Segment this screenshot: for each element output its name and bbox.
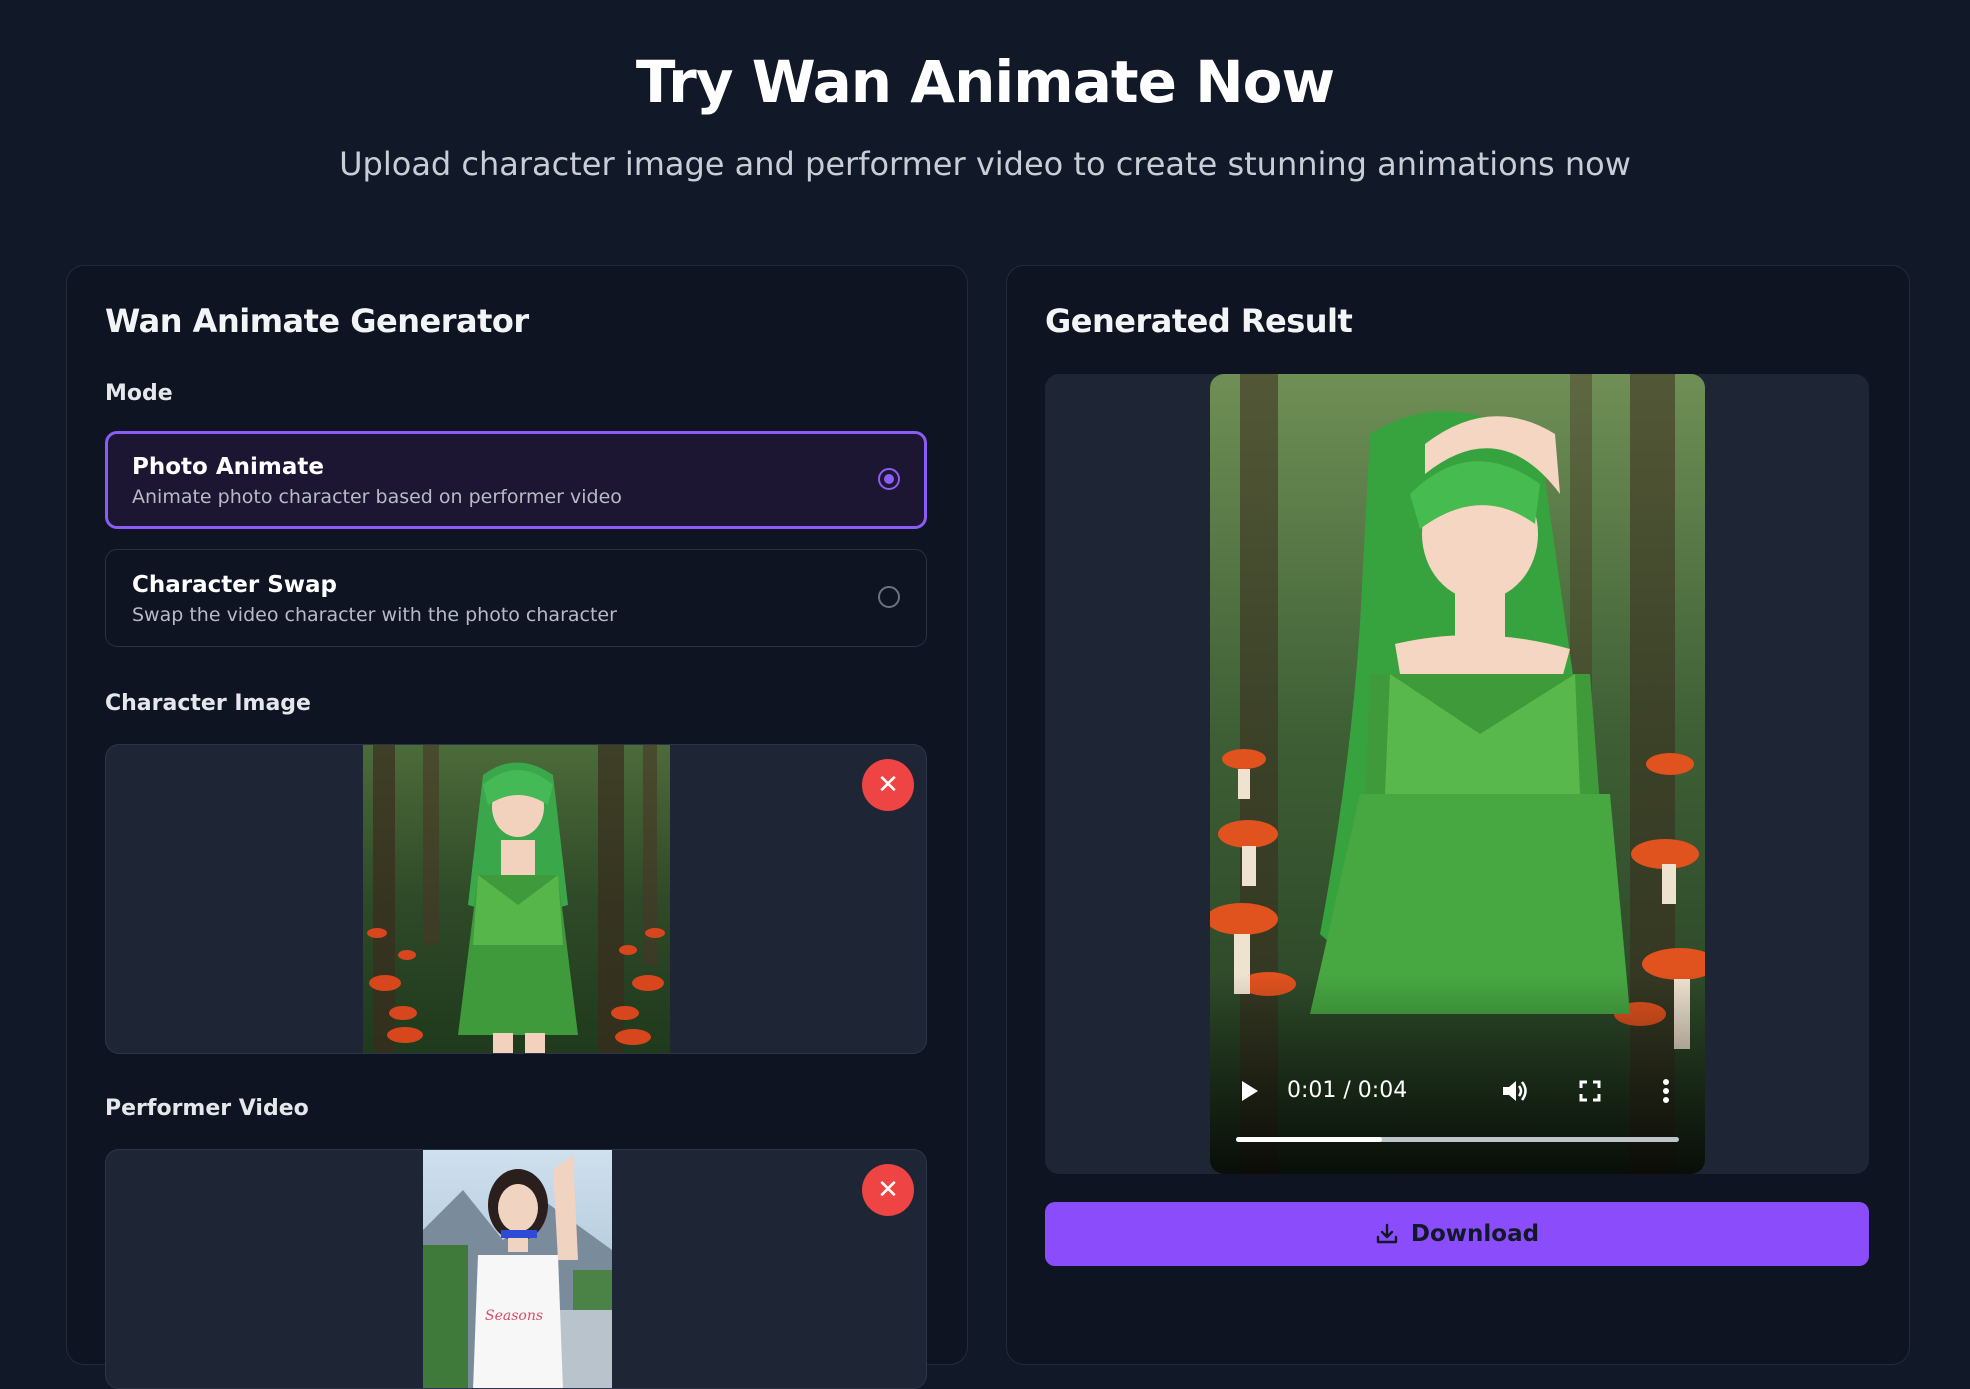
character-image-label: Character Image (105, 691, 311, 716)
download-icon (1376, 1223, 1398, 1244)
performer-video-label: Performer Video (105, 1096, 309, 1121)
remove-character-image-button[interactable]: ✕ (862, 759, 914, 811)
mode-option-description: Swap the video character with the photo … (132, 604, 617, 626)
mode-option-title: Character Swap (132, 572, 338, 598)
mode-option-description: Animate photo character based on perform… (132, 486, 622, 508)
download-label: Download (1410, 1221, 1540, 1247)
fullscreen-icon (1579, 1080, 1601, 1102)
radio-unselected[interactable] (878, 586, 900, 608)
mode-option-character-swap[interactable]: Character Swap Swap the video character … (105, 549, 927, 647)
remove-performer-video-button[interactable]: ✕ (862, 1164, 914, 1216)
volume-button[interactable] (1500, 1077, 1528, 1105)
more-vertical-icon (1663, 1079, 1669, 1103)
close-icon: ✕ (877, 770, 899, 800)
page-subtitle: Upload character image and performer vid… (339, 145, 1631, 183)
character-image-upload[interactable]: ✕ (105, 744, 927, 1054)
result-panel: Generated Result 0:01 / 0:04 Download (1006, 265, 1910, 1365)
play-icon (1242, 1081, 1258, 1101)
performer-video-preview: Seasons (423, 1150, 612, 1388)
result-video-frame (1210, 374, 1705, 1174)
svg-text:Seasons: Seasons (485, 1308, 543, 1324)
result-preview-area: 0:01 / 0:04 (1045, 374, 1869, 1174)
download-button[interactable]: Download (1045, 1202, 1869, 1266)
video-progress-fill (1236, 1137, 1383, 1142)
result-title: Generated Result (1045, 302, 1353, 340)
generator-panel: Wan Animate Generator Mode Photo Animate… (66, 265, 968, 1389)
page-title: Try Wan Animate Now (635, 48, 1335, 116)
generator-title: Wan Animate Generator (105, 302, 529, 340)
radio-selected[interactable] (878, 468, 900, 490)
video-time-display: 0:01 / 0:04 (1287, 1078, 1408, 1103)
fullscreen-button[interactable] (1578, 1079, 1602, 1103)
close-icon: ✕ (877, 1175, 899, 1205)
mode-option-photo-animate[interactable]: Photo Animate Animate photo character ba… (105, 431, 927, 529)
more-options-button[interactable] (1661, 1078, 1671, 1104)
performer-video-upload[interactable]: Seasons ✕ (105, 1149, 927, 1389)
result-video-player[interactable]: 0:01 / 0:04 (1210, 374, 1705, 1174)
mode-label: Mode (105, 381, 173, 406)
mode-option-title: Photo Animate (132, 454, 324, 480)
character-image-preview (363, 745, 670, 1053)
play-button[interactable] (1240, 1080, 1260, 1102)
video-progress-bar[interactable] (1236, 1137, 1679, 1142)
volume-icon (1503, 1081, 1527, 1101)
